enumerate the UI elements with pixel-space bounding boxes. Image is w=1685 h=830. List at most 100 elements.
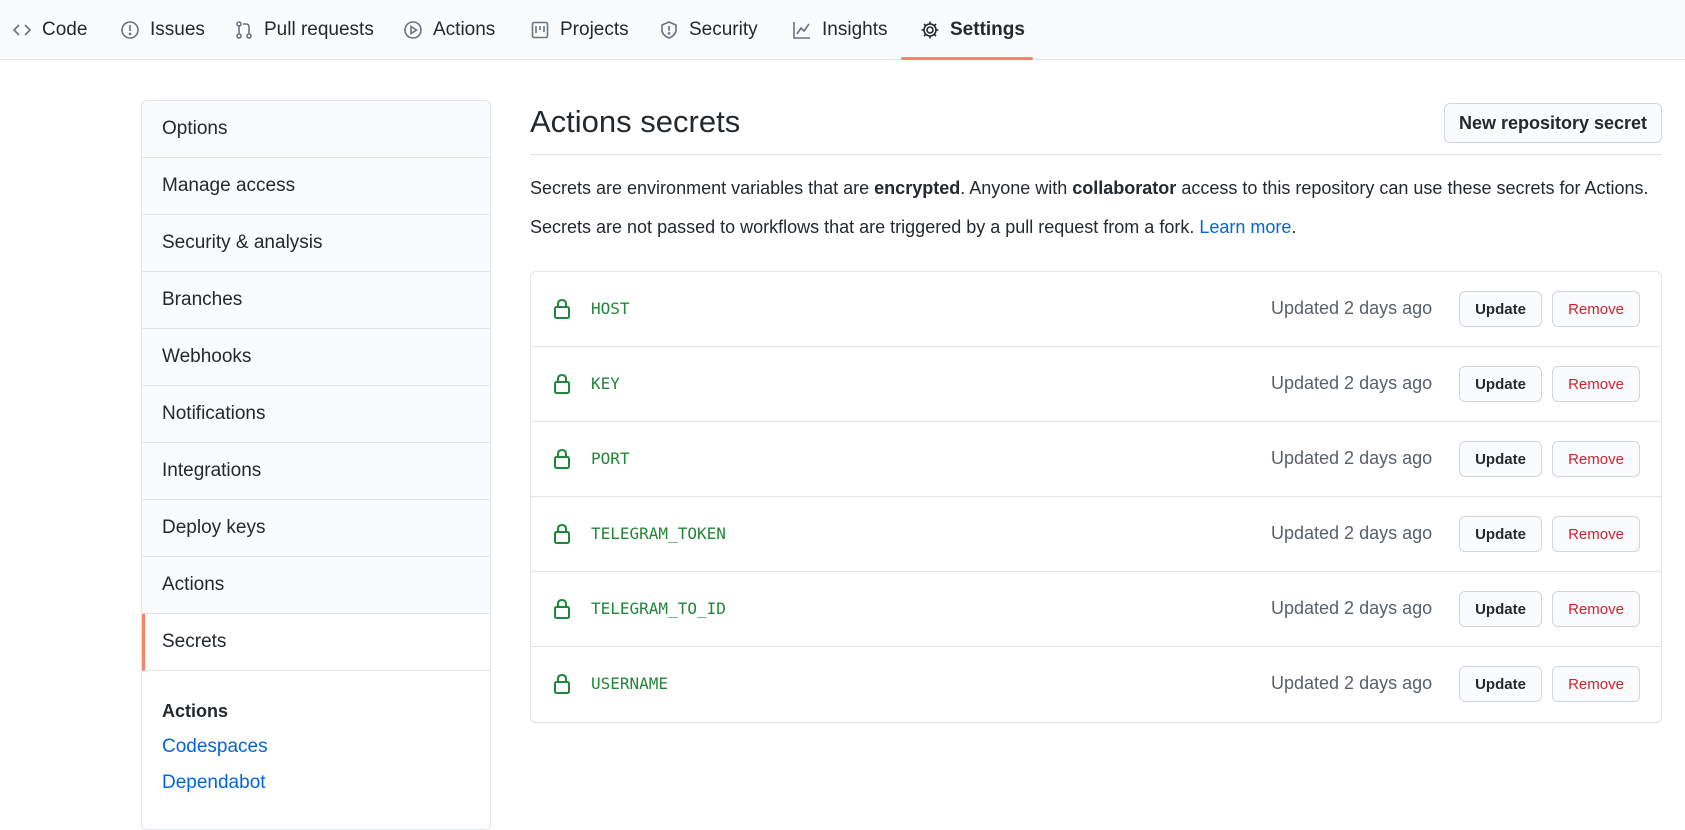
secret-updated: Updated 2 days ago	[1271, 298, 1433, 318]
secret-name: TELEGRAM_TOKEN	[591, 524, 726, 543]
sidebar-link-dependabot[interactable]: Dependabot	[162, 772, 266, 794]
secret-row: KEY Updated 2 days ago Update Remove	[531, 347, 1661, 422]
secret-name: PORT	[591, 449, 630, 468]
remove-button[interactable]: Remove	[1552, 666, 1640, 702]
git-pull-request-icon	[236, 21, 252, 39]
sidebar-item-actions[interactable]: Actions	[142, 557, 490, 614]
tab-code[interactable]: Code	[12, 0, 87, 60]
secret-name: KEY	[591, 374, 620, 393]
update-button[interactable]: Update	[1459, 516, 1542, 552]
play-icon	[404, 21, 422, 39]
sidebar-item-manage-access[interactable]: Manage access	[142, 158, 490, 215]
tab-label: Settings	[950, 19, 1025, 40]
sidebar-item-label: Integrations	[162, 460, 262, 481]
sidebar-item-label: Deploy keys	[162, 517, 266, 538]
tab-label: Security	[689, 19, 758, 40]
secret-updated: Updated 2 days ago	[1271, 598, 1433, 618]
update-button[interactable]: Update	[1459, 366, 1542, 402]
secret-row: HOST Updated 2 days ago Update Remove	[531, 272, 1661, 347]
repo-nav: Code Issues Pull requests Actions Projec…	[0, 0, 1685, 60]
lock-icon	[553, 673, 571, 695]
tab-insights[interactable]: Insights	[792, 0, 887, 60]
tab-security[interactable]: Security	[659, 0, 758, 60]
fork-note-text: Secrets are not passed to workflows that…	[530, 217, 1200, 237]
shield-icon	[661, 21, 677, 39]
update-button[interactable]: Update	[1459, 666, 1542, 702]
tab-label: Insights	[822, 19, 888, 40]
divider	[530, 154, 1662, 155]
fork-note: Secrets are not passed to workflows that…	[530, 217, 1296, 238]
sidebar-item-options[interactable]: Options	[142, 101, 490, 158]
sidebar-link-codespaces[interactable]: Codespaces	[162, 736, 268, 758]
secret-updated: Updated 2 days ago	[1271, 673, 1433, 693]
sidebar-item-webhooks[interactable]: Webhooks	[142, 329, 490, 386]
code-icon	[12, 24, 32, 36]
fork-note-end: .	[1291, 217, 1297, 237]
update-button[interactable]: Update	[1459, 441, 1542, 477]
sidebar-item-label: Options	[162, 118, 228, 139]
tab-settings[interactable]: Settings	[920, 0, 1025, 60]
secret-row: USERNAME Updated 2 days ago Update Remov…	[531, 647, 1661, 722]
remove-button[interactable]: Remove	[1552, 291, 1640, 327]
update-button[interactable]: Update	[1459, 291, 1542, 327]
secrets-subsection-heading: Actions	[162, 701, 229, 721]
sidebar-item-label: Security & analysis	[162, 232, 323, 253]
selected-tab-indicator	[901, 57, 1033, 60]
secret-updated: Updated 2 days ago	[1271, 373, 1433, 393]
lock-icon	[553, 298, 571, 320]
desc-text: . Anyone with	[960, 178, 1073, 198]
secrets-list: HOST Updated 2 days ago Update Remove KE…	[530, 271, 1662, 723]
lock-icon	[553, 373, 571, 395]
sidebar-item-label: Branches	[162, 289, 243, 310]
secret-name: USERNAME	[591, 674, 669, 693]
desc-text: Secrets are environment variables that a…	[530, 178, 875, 198]
sidebar-item-security-analysis[interactable]: Security & analysis	[142, 215, 490, 272]
tab-label: Actions	[433, 19, 496, 40]
sidebar-item-integrations[interactable]: Integrations	[142, 443, 490, 500]
sidebar-item-notifications[interactable]: Notifications	[142, 386, 490, 443]
secret-row: TELEGRAM_TOKEN Updated 2 days ago Update…	[531, 497, 1661, 572]
sidebar-item-label: Manage access	[162, 175, 296, 196]
sidebar-item-branches[interactable]: Branches	[142, 272, 490, 329]
remove-button[interactable]: Remove	[1552, 366, 1640, 402]
tab-actions[interactable]: Actions	[403, 0, 495, 60]
issue-opened-icon	[121, 21, 139, 39]
learn-more-link[interactable]: Learn more	[1199, 217, 1291, 237]
remove-button[interactable]: Remove	[1552, 516, 1640, 552]
graph-icon	[793, 22, 810, 39]
secret-row: TELEGRAM_TO_ID Updated 2 days ago Update…	[531, 572, 1661, 647]
secret-name: HOST	[591, 299, 630, 318]
new-repository-secret-button[interactable]: New repository secret	[1444, 103, 1662, 143]
secret-name: TELEGRAM_TO_ID	[591, 599, 726, 618]
tab-label: Projects	[560, 19, 629, 40]
secret-row: PORT Updated 2 days ago Update Remove	[531, 422, 1661, 497]
secrets-description: Secrets are environment variables that a…	[530, 178, 1649, 199]
sidebar-item-label: Secrets	[162, 631, 227, 652]
lock-icon	[553, 448, 571, 470]
project-icon	[531, 21, 549, 39]
sidebar-item-label: Webhooks	[162, 346, 252, 367]
update-button[interactable]: Update	[1459, 591, 1542, 627]
desc-bold: collaborator	[1072, 178, 1177, 198]
sidebar-item-deploy-keys[interactable]: Deploy keys	[142, 500, 490, 557]
lock-icon	[553, 523, 571, 545]
desc-bold: encrypted	[874, 178, 961, 198]
sidebar-item-label: Notifications	[162, 403, 266, 424]
tab-label: Issues	[150, 19, 205, 40]
secret-updated: Updated 2 days ago	[1271, 523, 1433, 543]
tab-pull-requests[interactable]: Pull requests	[234, 0, 374, 60]
tab-label: Code	[42, 19, 88, 40]
gear-icon	[921, 21, 939, 39]
sidebar-item-label: Actions	[162, 574, 225, 595]
tab-projects[interactable]: Projects	[530, 0, 629, 60]
page-title: Actions secrets	[530, 104, 741, 139]
sidebar-item-secrets[interactable]: Secrets	[142, 614, 490, 671]
lock-icon	[553, 598, 571, 620]
desc-text: access to this repository can use these …	[1176, 178, 1649, 198]
secret-updated: Updated 2 days ago	[1271, 448, 1433, 468]
remove-button[interactable]: Remove	[1552, 441, 1640, 477]
tab-label: Pull requests	[264, 19, 374, 40]
remove-button[interactable]: Remove	[1552, 591, 1640, 627]
tab-issues[interactable]: Issues	[120, 0, 205, 60]
settings-sidebar: Options Manage access Security & analysi…	[141, 100, 491, 830]
